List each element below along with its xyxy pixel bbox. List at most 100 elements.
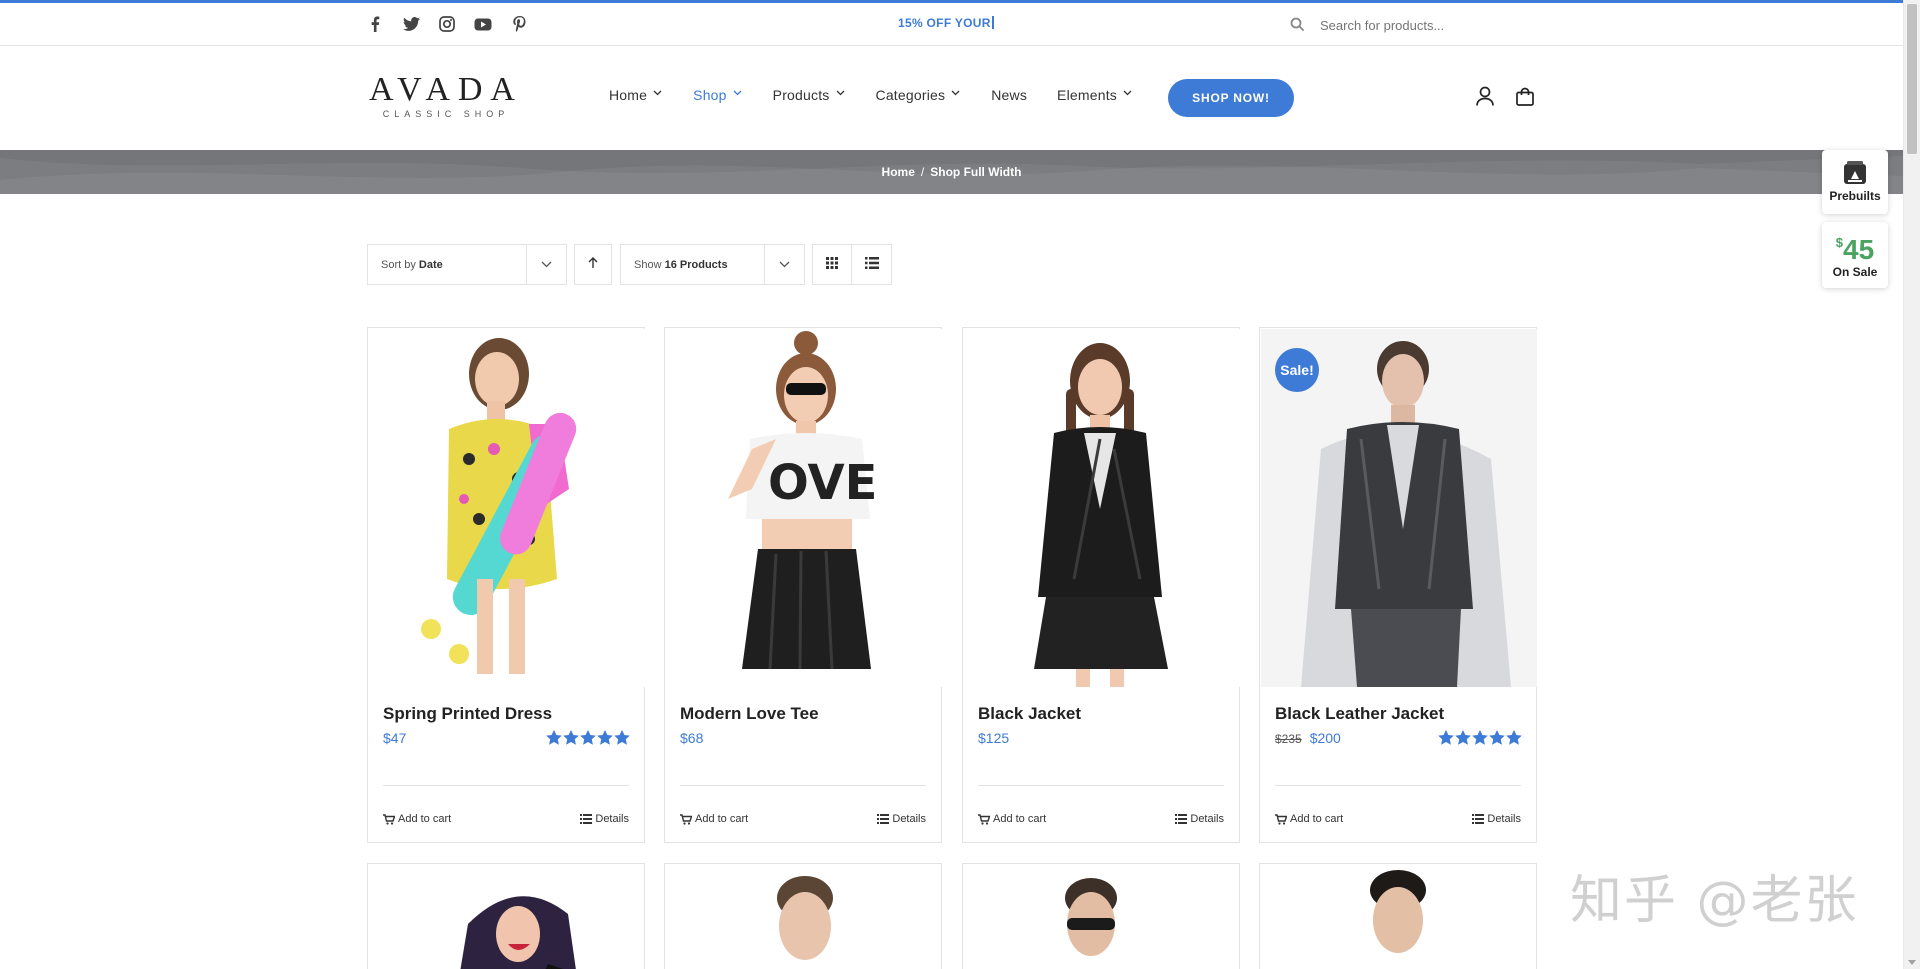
price-currency: $ bbox=[1835, 235, 1844, 250]
twitter-icon[interactable] bbox=[402, 15, 420, 33]
add-to-cart-button[interactable]: Add to cart bbox=[1275, 813, 1343, 825]
product-card[interactable]: Sale! Black Leather Jacket $235 $200 Add … bbox=[1259, 327, 1537, 843]
sort-direction-button[interactable] bbox=[574, 244, 612, 285]
product-card[interactable] bbox=[1259, 863, 1537, 969]
star-icon bbox=[614, 730, 630, 745]
product-title[interactable]: Spring Printed Dress bbox=[383, 704, 552, 724]
chevron-down-icon bbox=[653, 90, 663, 100]
nav-item-shop[interactable]: Shop bbox=[693, 87, 743, 103]
product-rating bbox=[1438, 730, 1522, 745]
details-label: Details bbox=[595, 813, 629, 825]
nav-item-news[interactable]: News bbox=[991, 87, 1027, 103]
product-title[interactable]: Modern Love Tee bbox=[680, 704, 819, 724]
on-sale-widget[interactable]: $45 On Sale bbox=[1822, 222, 1888, 288]
breadcrumb-home-link[interactable]: Home bbox=[882, 165, 915, 179]
page-scrollbar[interactable] bbox=[1903, 0, 1920, 969]
product-card[interactable] bbox=[962, 863, 1240, 969]
main-header: AVADA CLASSIC SHOP Home Shop Products Ca… bbox=[0, 47, 1903, 150]
sale-badge: Sale! bbox=[1275, 348, 1319, 392]
on-sale-price: $45 bbox=[1822, 228, 1888, 265]
nav-item-label: Categories bbox=[875, 87, 946, 103]
arrow-up-icon bbox=[588, 256, 598, 274]
add-to-cart-label: Add to cart bbox=[398, 813, 452, 825]
add-to-cart-label: Add to cart bbox=[695, 813, 749, 825]
add-to-cart-label: Add to cart bbox=[993, 813, 1047, 825]
product-card[interactable]: OVE Modern Love Tee $68 Add to cart Deta… bbox=[664, 327, 942, 843]
nav-item-categories[interactable]: Categories bbox=[876, 87, 962, 103]
breadcrumb-separator: / bbox=[920, 165, 925, 179]
top-bar: 15% OFF YOUR bbox=[0, 3, 1903, 46]
product-title[interactable]: Black Leather Jacket bbox=[1275, 704, 1444, 724]
search-input[interactable] bbox=[1320, 17, 1540, 33]
list-icon bbox=[877, 814, 890, 824]
sort-by-dropdown[interactable]: Sort by Date bbox=[367, 244, 567, 285]
product-title[interactable]: Black Jacket bbox=[978, 704, 1081, 724]
product-card[interactable] bbox=[367, 863, 645, 969]
sort-value: Date bbox=[418, 258, 443, 271]
nav-item-label: Products bbox=[772, 87, 830, 103]
products-per-page-dropdown[interactable]: Show 16 Products bbox=[620, 244, 805, 285]
product-old-price: $235 bbox=[1275, 732, 1302, 746]
card-divider bbox=[680, 785, 926, 786]
nav-item-label: Home bbox=[609, 87, 648, 103]
youtube-icon[interactable] bbox=[474, 15, 492, 33]
details-button[interactable]: Details bbox=[1175, 813, 1224, 825]
list-view-button[interactable] bbox=[852, 244, 892, 285]
pinterest-icon[interactable] bbox=[510, 15, 528, 33]
search-bar[interactable] bbox=[1290, 11, 1550, 39]
nav-item-products[interactable]: Products bbox=[773, 87, 846, 103]
prebuilts-widget[interactable]: Prebuilts bbox=[1822, 150, 1888, 214]
nav-item-home[interactable]: Home bbox=[609, 87, 663, 103]
star-icon bbox=[1472, 730, 1488, 745]
details-button[interactable]: Details bbox=[580, 813, 629, 825]
shopping-bag-icon[interactable] bbox=[1514, 85, 1536, 107]
add-to-cart-button[interactable]: Add to cart bbox=[383, 813, 451, 825]
price-value: 45 bbox=[1843, 234, 1875, 265]
product-image[interactable] bbox=[963, 864, 1239, 969]
site-logo[interactable]: AVADA CLASSIC SHOP bbox=[366, 71, 526, 120]
logo-main-text: AVADA bbox=[368, 71, 523, 108]
star-icon bbox=[1506, 730, 1522, 745]
product-card[interactable] bbox=[664, 863, 942, 969]
product-card[interactable]: Black Jacket $125 Add to cart Details bbox=[962, 327, 1240, 843]
cart-icon bbox=[680, 813, 692, 825]
product-price: $47 bbox=[383, 730, 407, 746]
product-image[interactable] bbox=[1260, 864, 1536, 969]
promo-text: 15% OFF YOUR bbox=[898, 16, 991, 30]
details-button[interactable]: Details bbox=[877, 813, 926, 825]
details-button[interactable]: Details bbox=[1472, 813, 1521, 825]
product-image[interactable] bbox=[369, 329, 645, 687]
list-icon bbox=[1472, 814, 1485, 824]
shop-toolbar: Sort by Date Show 16 Products bbox=[367, 244, 892, 285]
nav-item-label: News bbox=[991, 87, 1028, 103]
product-image[interactable] bbox=[964, 329, 1240, 687]
promo-banner-text: 15% OFF YOUR bbox=[898, 16, 994, 30]
nav-item-label: Elements bbox=[1057, 87, 1117, 103]
product-card[interactable]: Spring Printed Dress $47 Add to cart Det… bbox=[367, 327, 645, 843]
product-image[interactable]: Sale! bbox=[1261, 329, 1537, 687]
text-cursor bbox=[991, 16, 994, 29]
user-icon[interactable] bbox=[1474, 85, 1496, 107]
nav-item-elements[interactable]: Elements bbox=[1057, 87, 1133, 103]
product-image[interactable] bbox=[368, 864, 644, 969]
card-divider bbox=[978, 785, 1224, 786]
scrollbar-thumb[interactable] bbox=[1907, 4, 1917, 154]
logo-sub-text: CLASSIC SHOP bbox=[382, 109, 510, 119]
product-rating bbox=[546, 730, 630, 745]
facebook-icon[interactable] bbox=[366, 15, 384, 33]
product-price: $235 $200 bbox=[1275, 730, 1341, 746]
product-price: $125 bbox=[978, 730, 1010, 746]
instagram-icon[interactable] bbox=[438, 15, 456, 33]
add-to-cart-button[interactable]: Add to cart bbox=[680, 813, 748, 825]
product-image[interactable] bbox=[665, 864, 941, 969]
watermark: 知乎 @老张 bbox=[1570, 871, 1859, 931]
star-icon bbox=[563, 730, 579, 745]
add-to-cart-button[interactable]: Add to cart bbox=[978, 813, 1046, 825]
product-image[interactable]: OVE bbox=[666, 329, 942, 687]
grid-view-button[interactable] bbox=[812, 244, 852, 285]
nav-item-label: Shop bbox=[693, 87, 727, 103]
shop-now-button[interactable]: SHOP NOW! bbox=[1168, 79, 1294, 117]
breadcrumb-current: Shop Full Width bbox=[930, 165, 1022, 179]
star-icon bbox=[1438, 730, 1454, 745]
scroll-down-arrow-icon[interactable] bbox=[1908, 960, 1916, 965]
